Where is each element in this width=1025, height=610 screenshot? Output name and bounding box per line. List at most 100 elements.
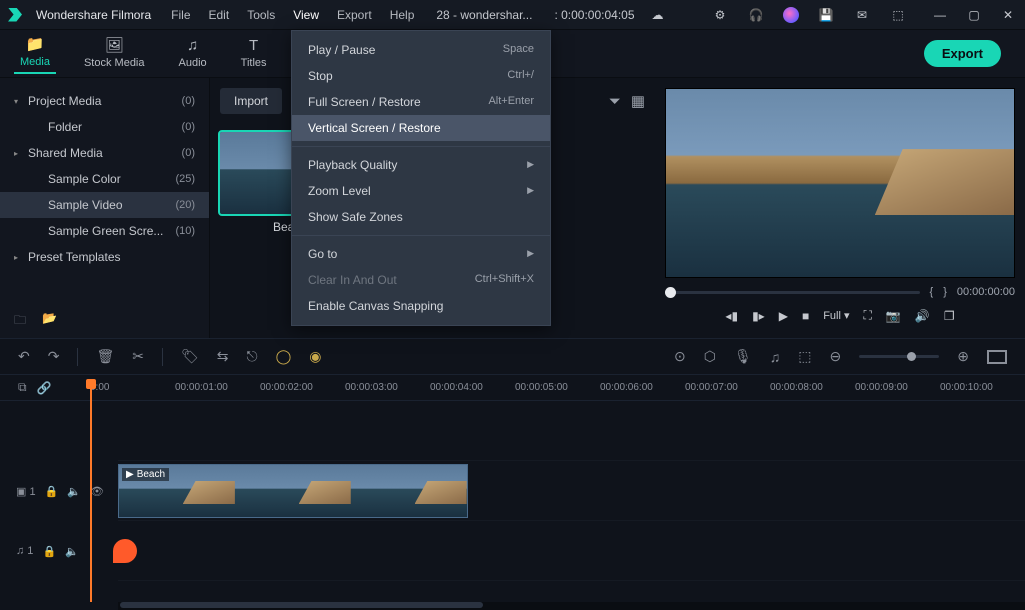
view-menu-item-0[interactable]: Play / PauseSpace [292, 37, 550, 63]
project-title: 28 - wondershar... [436, 8, 532, 22]
audio-track-head: ♫ 1 🔒 🔈 [0, 521, 118, 581]
audio-track-lane[interactable] [118, 521, 1025, 581]
timeline-ruler[interactable]: 0:0000:00:01:0000:00:02:0000:00:03:0000:… [90, 382, 1025, 393]
sidebar-item-6[interactable]: ▸Preset Templates [0, 244, 209, 270]
menu-view[interactable]: View [293, 8, 319, 22]
media-sidebar: ▾Project Media(0)Folder(0)▸Shared Media(… [0, 78, 210, 338]
target-icon[interactable]: ⊙ [674, 348, 686, 365]
timeline: ↶ ↷ 🗑 ✂ 🏷 ⇆ ⎋ ◯ ◉ ⊙ ⬡ 🎙 ♫ ⬚ ⊖ ⊕ ⧉ 🔗 0:00… [0, 338, 1025, 610]
step-back-icon[interactable]: ◂▮ [725, 309, 738, 323]
play-icon[interactable]: ▶ [779, 309, 788, 323]
minimize-icon[interactable]: — [931, 6, 949, 24]
audio-detach-icon[interactable]: ⎋ [247, 348, 258, 365]
menu-file[interactable]: File [171, 8, 190, 22]
undo-icon[interactable]: ↶ [18, 348, 30, 365]
fullscreen-icon[interactable]: ⛶ [864, 308, 872, 323]
zoom-in-icon[interactable]: ⊕ [957, 348, 969, 365]
menu-help[interactable]: Help [390, 8, 415, 22]
grid-view-icon[interactable]: ▦ [631, 92, 645, 110]
menu-edit[interactable]: Edit [209, 8, 230, 22]
main-menu: File Edit Tools View Export Help [171, 8, 414, 22]
mute-icon[interactable]: 🔈 [67, 485, 81, 498]
maximize-icon[interactable]: ▢ [965, 6, 983, 24]
import-button[interactable]: Import [220, 88, 282, 114]
sidebar-item-0[interactable]: ▾Project Media(0) [0, 88, 209, 114]
clip-beach[interactable]: ▶Beach [118, 464, 468, 518]
fit-select[interactable]: Full ▾ [823, 309, 849, 322]
video-track-lane[interactable]: ▶Beach [118, 461, 1025, 521]
manage-tracks-icon[interactable]: ⧉ [18, 380, 27, 395]
view-menu-dropdown: Play / PauseSpaceStopCtrl+/Full Screen /… [291, 30, 551, 326]
sidebar-item-3[interactable]: Sample Color(25) [0, 166, 209, 192]
delete-icon[interactable]: 🗑 [96, 348, 114, 365]
tab-audio[interactable]: ♫Audio [173, 34, 213, 73]
preview-panel: { } 00:00:00:00 ◂▮ ▮▸ ▶ ■ Full ▾ ⛶ 📷 🔊 ❐ [655, 78, 1025, 338]
support-icon[interactable]: 🎧 [747, 6, 765, 24]
mark-in-icon[interactable]: { [930, 286, 934, 298]
zoom-knob[interactable] [907, 352, 916, 361]
menu-tools[interactable]: Tools [247, 8, 275, 22]
sidebar-item-2[interactable]: ▸Shared Media(0) [0, 140, 209, 166]
shield-icon[interactable]: ⬡ [704, 348, 716, 365]
timeline-hscroll[interactable] [118, 602, 1025, 610]
tab-titles[interactable]: TTitles [235, 34, 273, 73]
lock-icon[interactable]: 🔒 [42, 545, 56, 558]
export-button[interactable]: Export [924, 40, 1001, 67]
cut-icon[interactable]: ✂ [132, 348, 144, 365]
sidebar-item-1[interactable]: Folder(0) [0, 114, 209, 140]
effects-icon[interactable]: ◉ [309, 348, 321, 365]
close-icon[interactable]: ✕ [999, 6, 1017, 24]
app-name: Wondershare Filmora [36, 8, 151, 22]
sidebar-item-5[interactable]: Sample Green Scre...(10) [0, 218, 209, 244]
color-icon[interactable]: ◯ [276, 348, 292, 365]
zoom-fit-icon[interactable] [987, 350, 1007, 364]
zoom-out-icon[interactable]: ⊖ [830, 348, 842, 365]
play-range-icon[interactable]: ▮▸ [752, 309, 765, 323]
tab-stock-media[interactable]: 🖼Stock Media [78, 34, 151, 73]
zoom-slider[interactable] [859, 355, 939, 358]
mark-out-icon[interactable]: } [943, 286, 947, 298]
redo-icon[interactable]: ↷ [48, 348, 60, 365]
mute-icon[interactable]: 🔈 [65, 545, 79, 558]
video-track-head: ▣ 1 🔒 🔈 👁 [0, 461, 118, 521]
sidebar-item-4[interactable]: Sample Video(20) [0, 192, 209, 218]
pip-icon[interactable]: ❐ [944, 309, 955, 323]
mic-icon[interactable]: 🎙 [734, 348, 752, 365]
mixer-icon[interactable]: ♫ [770, 349, 781, 365]
tab-media[interactable]: 📁Media [14, 33, 56, 74]
project-time: : 0:00:00:04:05 [554, 8, 634, 22]
tips-icon[interactable]: ⚙ [711, 6, 729, 24]
save-icon[interactable]: 💾 [817, 6, 835, 24]
scrub-track[interactable] [665, 291, 920, 294]
playhead[interactable] [90, 382, 92, 602]
box-icon[interactable]: ⬚ [889, 6, 907, 24]
open-folder-icon[interactable]: 📂 [42, 311, 57, 332]
link-icon[interactable]: 🔗 [37, 381, 52, 395]
filter-icon[interactable]: ⏷ [609, 93, 621, 110]
stop-icon[interactable]: ■ [802, 309, 809, 323]
lock-icon[interactable]: 🔒 [45, 485, 59, 498]
view-menu-item-9[interactable]: Go to▶ [292, 241, 550, 267]
visibility-icon[interactable]: 👁 [90, 485, 104, 498]
view-menu-item-3[interactable]: Vertical Screen / Restore [292, 115, 550, 141]
avatar-icon[interactable] [783, 7, 799, 23]
view-menu-item-6[interactable]: Zoom Level▶ [292, 178, 550, 204]
text-icon: T [249, 38, 258, 53]
view-menu-item-2[interactable]: Full Screen / RestoreAlt+Enter [292, 89, 550, 115]
speed-icon[interactable]: ⇆ [217, 348, 229, 365]
view-menu-item-11[interactable]: Enable Canvas Snapping [292, 293, 550, 319]
cloud-icon[interactable]: ☁ [649, 6, 667, 24]
view-menu-item-1[interactable]: StopCtrl+/ [292, 63, 550, 89]
menu-export[interactable]: Export [337, 8, 372, 22]
new-folder-icon[interactable]: 🗀 [14, 311, 26, 332]
volume-icon[interactable]: 🔊 [915, 309, 930, 323]
snapshot-icon[interactable]: 📷 [886, 309, 901, 323]
view-menu-item-7[interactable]: Show Safe Zones [292, 204, 550, 230]
preview-canvas[interactable] [665, 88, 1015, 278]
tag-icon[interactable]: 🏷 [181, 348, 199, 365]
mail-icon[interactable]: ✉ [853, 6, 871, 24]
audio-clip-handle[interactable] [113, 539, 137, 563]
scrub-knob[interactable] [665, 287, 676, 298]
crop-icon[interactable]: ⬚ [798, 348, 811, 365]
view-menu-item-5[interactable]: Playback Quality▶ [292, 152, 550, 178]
